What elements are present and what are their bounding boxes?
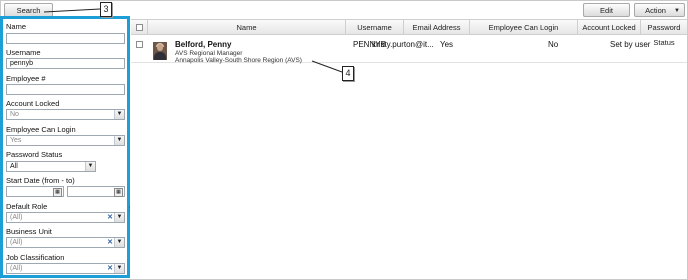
account-locked-value: No: [10, 111, 19, 118]
account-locked-label: Account Locked: [6, 99, 60, 108]
cell-password-status: Set by user: [610, 40, 651, 49]
action-label: Action: [645, 6, 666, 15]
start-date-from-input[interactable]: ▦: [6, 186, 64, 197]
job-classification-label: Job Classification: [6, 253, 65, 262]
filter-panel: Name Username pennyb Employee # Account …: [0, 16, 130, 278]
password-status-label: Password Status: [6, 150, 63, 159]
account-locked-select[interactable]: No ▼: [6, 109, 125, 120]
job-classification-select[interactable]: (All) ✕ ▼: [6, 263, 125, 274]
chevron-down-icon: ▼: [674, 8, 680, 14]
column-employee-can-login[interactable]: Employee Can Login: [470, 20, 578, 35]
action-button[interactable]: Action ▼: [634, 3, 685, 17]
clear-icon[interactable]: ✕: [106, 238, 114, 247]
cell-can-login: Yes: [440, 40, 454, 49]
column-account-locked[interactable]: Account Locked: [578, 20, 641, 35]
select-all-checkbox[interactable]: [136, 24, 143, 31]
business-unit-value: (All): [10, 239, 23, 246]
start-date-to-input[interactable]: ▦: [67, 186, 125, 197]
password-status-select[interactable]: All ▼: [6, 161, 96, 172]
calendar-icon[interactable]: ▦: [114, 188, 123, 197]
cell-email: kristy.purton@it...: [372, 40, 434, 49]
employee-number-input[interactable]: [6, 84, 125, 95]
avatar: [153, 42, 167, 60]
employee-name[interactable]: Belford, Penny: [175, 40, 231, 49]
employee-can-login-label: Employee Can Login: [6, 125, 76, 134]
grid-header: Name Username Email Address Employee Can…: [131, 19, 687, 47]
edit-button[interactable]: Edit: [583, 3, 630, 17]
username-label: Username: [6, 48, 41, 57]
header-select-cell: [131, 20, 148, 35]
row-checkbox[interactable]: [136, 41, 143, 48]
column-username[interactable]: Username: [346, 20, 404, 35]
cell-account-locked: No: [548, 40, 559, 49]
password-status-value: All: [10, 163, 18, 170]
search-button[interactable]: Search: [4, 3, 53, 17]
clear-icon[interactable]: ✕: [106, 213, 114, 222]
employee-can-login-select[interactable]: Yes ▼: [6, 135, 125, 146]
start-date-label: Start Date (from - to): [6, 176, 75, 185]
chevron-down-icon[interactable]: ▼: [114, 213, 124, 222]
employee-can-login-value: Yes: [10, 137, 22, 144]
chevron-down-icon[interactable]: ▼: [114, 264, 124, 273]
callout-marker: 4: [342, 66, 354, 81]
chevron-down-icon[interactable]: ▼: [114, 136, 124, 145]
name-input[interactable]: [6, 33, 125, 44]
callout-marker: 3: [100, 2, 112, 17]
column-name[interactable]: Name: [148, 20, 346, 35]
default-role-select[interactable]: (All) ✕ ▼: [6, 212, 125, 223]
chevron-down-icon[interactable]: ▼: [85, 162, 95, 171]
name-label: Name: [6, 22, 27, 31]
clear-icon[interactable]: ✕: [106, 264, 114, 273]
employee-title: AVS Regional Manager: [175, 50, 243, 57]
splitter-handle[interactable]: [129, 206, 132, 212]
default-role-label: Default Role: [6, 202, 48, 211]
chevron-down-icon[interactable]: ▼: [114, 238, 124, 247]
column-email[interactable]: Email Address: [404, 20, 470, 35]
column-password-status[interactable]: Password Status: [641, 20, 687, 47]
employee-number-label: Employee #: [6, 74, 46, 83]
calendar-icon[interactable]: ▦: [53, 188, 62, 197]
chevron-down-icon[interactable]: ▼: [114, 110, 124, 119]
business-unit-label: Business Unit: [6, 227, 52, 236]
username-input[interactable]: pennyb: [6, 58, 125, 69]
business-unit-select[interactable]: (All) ✕ ▼: [6, 237, 125, 248]
job-classification-value: (All): [10, 265, 23, 272]
employee-region: Annapolis Valley-South Shore Region (AVS…: [175, 57, 302, 64]
default-role-value: (All): [10, 214, 23, 221]
